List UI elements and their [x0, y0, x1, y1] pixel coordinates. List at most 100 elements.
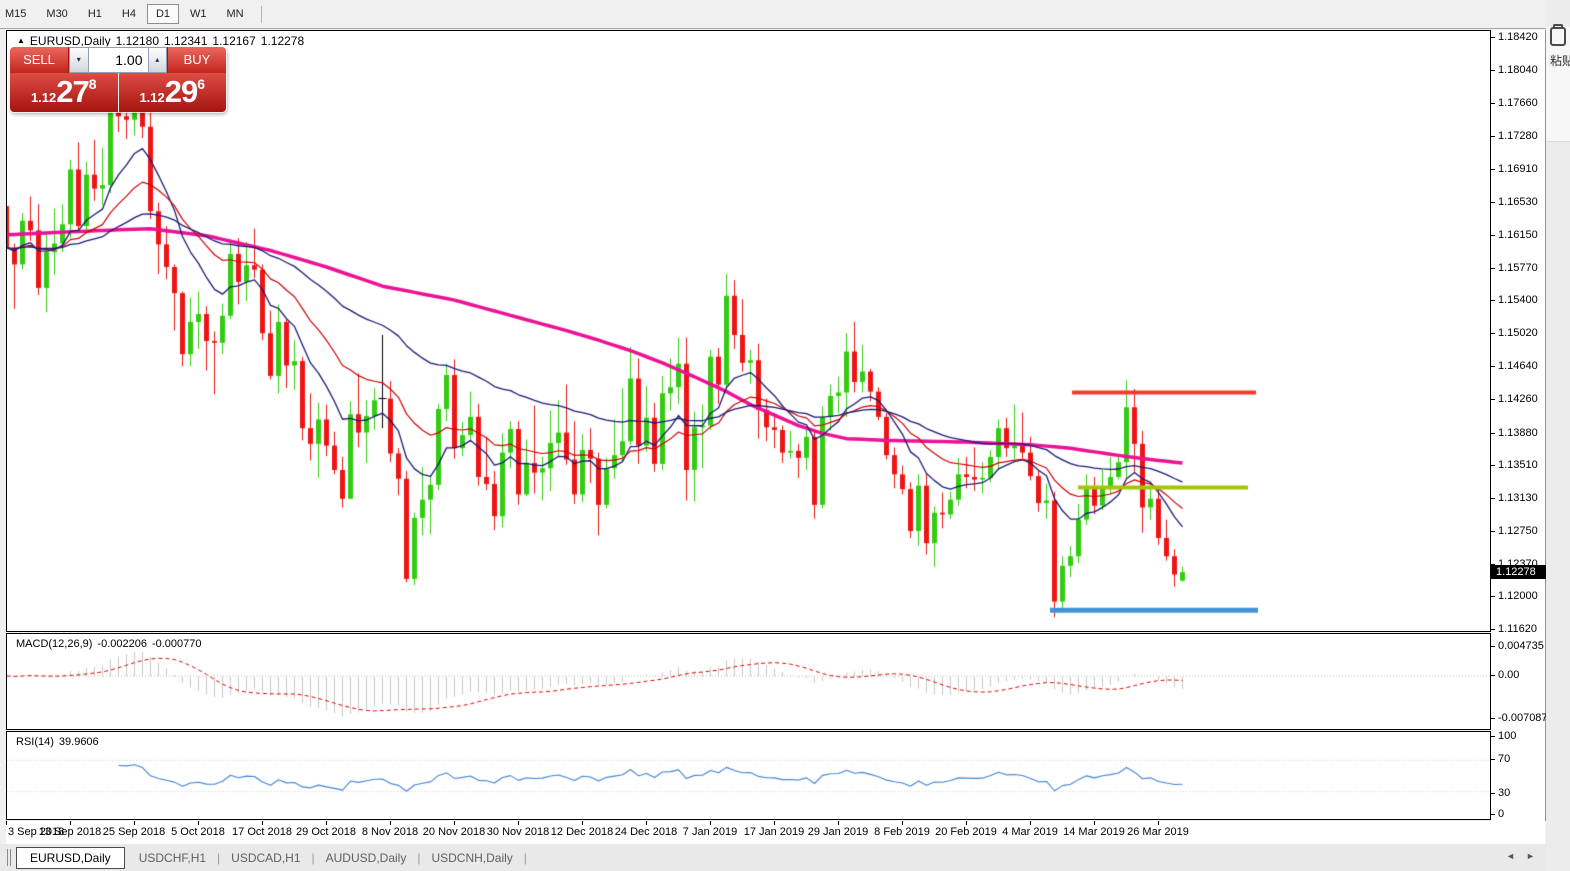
chart-tab-usdcad-h1[interactable]: USDCAD,H1 [220, 847, 311, 869]
price-tick [1491, 136, 1495, 137]
date-tick [1158, 821, 1159, 825]
collapse-panel-icon[interactable]: ▲ [17, 36, 25, 45]
macd-canvas[interactable] [7, 634, 1490, 729]
date-axis-label: 20 Nov 2018 [423, 826, 485, 838]
chart-symbol-period: EURUSD,Daily [30, 34, 111, 48]
timeframe-h4[interactable]: H4 [113, 4, 145, 24]
date-tick [70, 821, 71, 825]
rsi-axis-tick [1491, 793, 1495, 794]
price-tick [1491, 629, 1495, 630]
chart-tab-eurusd-daily[interactable]: EURUSD,Daily [16, 847, 125, 869]
price-axis-label: 1.16150 [1498, 229, 1538, 241]
tab-separator: | [524, 851, 527, 865]
timeframe-mn[interactable]: MN [218, 4, 253, 24]
date-axis-label: 12 Dec 2018 [551, 826, 613, 838]
price-tick [1491, 366, 1495, 367]
rsi-axis-label: 100 [1498, 730, 1516, 742]
volume-increase-button[interactable]: ▴ [148, 47, 168, 73]
date-tick [1094, 821, 1095, 825]
date-tick [390, 821, 391, 825]
rsi-axis-tick [1491, 736, 1495, 737]
date-axis-label: 4 Mar 2019 [1002, 826, 1058, 838]
date-tick [134, 821, 135, 825]
timeframe-d1[interactable]: D1 [147, 4, 179, 24]
ohlc-open: 1.12180 [116, 34, 159, 48]
date-tick [518, 821, 519, 825]
paste-label: 粘贴 [1546, 52, 1570, 69]
date-tick [966, 821, 967, 825]
tab-scroll-right-icon[interactable]: ► [1526, 851, 1535, 861]
date-axis-label: 30 Nov 2018 [487, 826, 549, 838]
price-axis-label: 1.15770 [1498, 262, 1538, 274]
rsi-axis-label: 30 [1498, 787, 1510, 799]
tabbar-grip[interactable] [7, 849, 11, 866]
sell-price-display[interactable]: 1.12278 [10, 73, 119, 112]
timeframe-w1[interactable]: W1 [181, 4, 216, 24]
sell-price-base: 1.12 [31, 90, 56, 105]
rsi-indicator-label: RSI(14)39.9606 [16, 736, 104, 748]
timeframe-button-group: M15M30H1H4D1W1MN [0, 0, 262, 28]
date-axis-label: 25 Sep 2018 [103, 826, 165, 838]
timeframe-m15[interactable]: M15 [0, 4, 35, 24]
price-tick [1491, 531, 1495, 532]
price-axis-label: 1.13130 [1498, 492, 1538, 504]
macd-axis-label: 0.004735 [1498, 640, 1544, 652]
price-axis-label: 1.14640 [1498, 360, 1538, 372]
ohlc-low: 1.12167 [212, 34, 255, 48]
price-axis-label: 1.14260 [1498, 393, 1538, 405]
price-tick [1491, 235, 1495, 236]
chart-ohlc-header: ▲EURUSD,Daily1.121801.123411.121671.1227… [17, 34, 309, 48]
date-axis-label: 5 Oct 2018 [171, 826, 225, 838]
price-axis-label: 1.12000 [1498, 590, 1538, 602]
macd-axis-tick [1491, 646, 1495, 647]
price-axis-label: 1.13510 [1498, 459, 1538, 471]
macd-value-signal: -0.000770 [152, 638, 202, 650]
paste-icon[interactable] [1550, 27, 1566, 46]
price-axis-label: 1.16530 [1498, 196, 1538, 208]
chart-tab-audusd-daily[interactable]: AUDUSD,Daily [315, 847, 418, 869]
sell-button[interactable]: SELL [10, 47, 69, 73]
volume-input[interactable] [89, 47, 148, 73]
timeframe-m30[interactable]: M30 [37, 4, 76, 24]
timeframe-h1[interactable]: H1 [79, 4, 111, 24]
price-tick [1491, 103, 1495, 104]
buy-price-display[interactable]: 1.12296 [119, 73, 227, 112]
buy-price-pips: 29 [165, 74, 197, 109]
date-axis-label: 26 Mar 2019 [1127, 826, 1189, 838]
price-axis-label: 1.12750 [1498, 525, 1538, 537]
price-tick [1491, 268, 1495, 269]
macd-axis-label: 0.00 [1498, 669, 1519, 681]
tab-scroll-left-icon[interactable]: ◄ [1506, 851, 1515, 861]
rsi-axis-tick [1491, 814, 1495, 815]
date-tick [262, 821, 263, 825]
sell-price-point: 8 [89, 76, 97, 92]
date-axis-label: 29 Jan 2019 [808, 826, 869, 838]
date-tick [774, 821, 775, 825]
mt4-window: { "toolbar": {"timeframes": ["M15","M30"… [0, 0, 1570, 871]
rsi-pane [6, 731, 1491, 820]
macd-pane [6, 633, 1491, 730]
volume-decrease-button[interactable]: ▾ [69, 47, 89, 73]
ohlc-high: 1.12341 [164, 34, 207, 48]
date-tick [1030, 821, 1031, 825]
date-tick [454, 821, 455, 825]
chart-tab-usdcnh-daily[interactable]: USDCNH,Daily [420, 847, 523, 869]
buy-button[interactable]: BUY [167, 47, 226, 73]
rsi-canvas[interactable] [7, 732, 1490, 819]
price-axis-label: 1.15400 [1498, 294, 1538, 306]
price-tick [1491, 399, 1495, 400]
buy-price-point: 6 [197, 76, 205, 92]
price-tick [1491, 169, 1495, 170]
price-axis-label: 1.13880 [1498, 427, 1538, 439]
price-tick [1491, 202, 1495, 203]
price-tick [1491, 333, 1495, 334]
price-axis-label: 1.18040 [1498, 64, 1538, 76]
price-tick [1491, 300, 1495, 301]
current-price-badge: 1.12278 [1491, 565, 1549, 579]
rsi-value: 39.9606 [59, 736, 99, 748]
price-chart-canvas[interactable] [7, 31, 1490, 631]
price-tick [1491, 37, 1495, 38]
chart-tab-usdchf-h1[interactable]: USDCHF,H1 [128, 847, 217, 869]
main-chart-pane [6, 30, 1491, 632]
macd-axis-tick [1491, 718, 1495, 719]
